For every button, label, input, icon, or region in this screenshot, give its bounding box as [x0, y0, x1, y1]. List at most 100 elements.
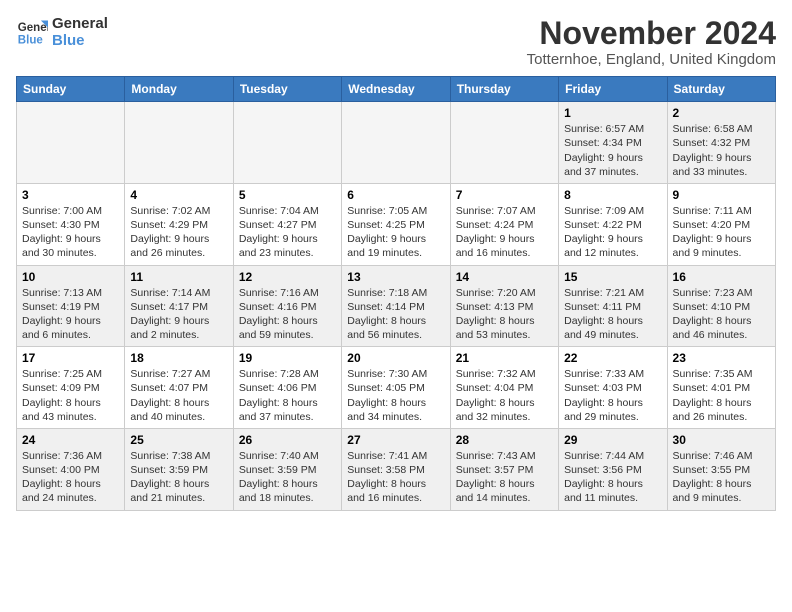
calendar-cell: [125, 102, 233, 184]
day-number: 11: [130, 270, 227, 284]
calendar-cell: [342, 102, 450, 184]
day-number: 22: [564, 351, 661, 365]
day-number: 8: [564, 188, 661, 202]
day-number: 15: [564, 270, 661, 284]
header-monday: Monday: [125, 77, 233, 102]
day-info: Sunrise: 7:27 AM Sunset: 4:07 PM Dayligh…: [130, 367, 227, 424]
day-number: 14: [456, 270, 553, 284]
logo-line1: General: [52, 16, 108, 33]
day-number: 12: [239, 270, 336, 284]
day-info: Sunrise: 6:58 AM Sunset: 4:32 PM Dayligh…: [673, 122, 770, 179]
day-number: 4: [130, 188, 227, 202]
day-info: Sunrise: 7:40 AM Sunset: 3:59 PM Dayligh…: [239, 449, 336, 506]
calendar-cell: 27 Sunrise: 7:41 AM Sunset: 3:58 PM Dayli…: [342, 428, 450, 510]
calendar-cell: 26 Sunrise: 7:40 AM Sunset: 3:59 PM Dayli…: [233, 428, 341, 510]
day-info: Sunrise: 7:35 AM Sunset: 4:01 PM Dayligh…: [673, 367, 770, 424]
logo-line2: Blue: [52, 33, 108, 50]
calendar-cell: 5 Sunrise: 7:04 AM Sunset: 4:27 PM Daylig…: [233, 183, 341, 265]
calendar-cell: 15 Sunrise: 7:21 AM Sunset: 4:11 PM Dayli…: [559, 265, 667, 347]
day-number: 24: [22, 433, 119, 447]
day-info: Sunrise: 7:05 AM Sunset: 4:25 PM Dayligh…: [347, 204, 444, 261]
svg-text:Blue: Blue: [18, 34, 44, 46]
day-info: Sunrise: 7:21 AM Sunset: 4:11 PM Dayligh…: [564, 286, 661, 343]
calendar-cell: 1 Sunrise: 6:57 AM Sunset: 4:34 PM Daylig…: [559, 102, 667, 184]
day-info: Sunrise: 7:00 AM Sunset: 4:30 PM Dayligh…: [22, 204, 119, 261]
day-info: Sunrise: 7:32 AM Sunset: 4:04 PM Dayligh…: [456, 367, 553, 424]
week-row-2: 10 Sunrise: 7:13 AM Sunset: 4:19 PM Dayli…: [17, 265, 776, 347]
day-number: 9: [673, 188, 770, 202]
day-info: Sunrise: 7:36 AM Sunset: 4:00 PM Dayligh…: [22, 449, 119, 506]
day-info: Sunrise: 7:41 AM Sunset: 3:58 PM Dayligh…: [347, 449, 444, 506]
day-number: 13: [347, 270, 444, 284]
calendar-cell: 14 Sunrise: 7:20 AM Sunset: 4:13 PM Dayli…: [450, 265, 558, 347]
title-block: November 2024 Totternhoe, England, Unite…: [527, 16, 776, 68]
day-info: Sunrise: 7:38 AM Sunset: 3:59 PM Dayligh…: [130, 449, 227, 506]
calendar-table: SundayMondayTuesdayWednesdayThursdayFrid…: [16, 76, 776, 510]
week-row-3: 17 Sunrise: 7:25 AM Sunset: 4:09 PM Dayli…: [17, 347, 776, 429]
day-info: Sunrise: 7:43 AM Sunset: 3:57 PM Dayligh…: [456, 449, 553, 506]
day-info: Sunrise: 6:57 AM Sunset: 4:34 PM Dayligh…: [564, 122, 661, 179]
day-info: Sunrise: 7:04 AM Sunset: 4:27 PM Dayligh…: [239, 204, 336, 261]
calendar-cell: 28 Sunrise: 7:43 AM Sunset: 3:57 PM Dayli…: [450, 428, 558, 510]
day-info: Sunrise: 7:28 AM Sunset: 4:06 PM Dayligh…: [239, 367, 336, 424]
svg-text:General: General: [18, 22, 48, 34]
day-number: 20: [347, 351, 444, 365]
day-number: 10: [22, 270, 119, 284]
calendar-cell: 12 Sunrise: 7:16 AM Sunset: 4:16 PM Dayli…: [233, 265, 341, 347]
day-number: 25: [130, 433, 227, 447]
calendar-cell: [17, 102, 125, 184]
logo-icon: General Blue: [16, 17, 48, 49]
day-number: 26: [239, 433, 336, 447]
day-number: 27: [347, 433, 444, 447]
calendar-cell: 23 Sunrise: 7:35 AM Sunset: 4:01 PM Dayli…: [667, 347, 775, 429]
day-info: Sunrise: 7:14 AM Sunset: 4:17 PM Dayligh…: [130, 286, 227, 343]
calendar-cell: 16Sunrise: 7:23 AM Sunset: 4:10 PM Dayli…: [667, 265, 775, 347]
day-info: Sunrise: 7:16 AM Sunset: 4:16 PM Dayligh…: [239, 286, 336, 343]
week-row-0: 1 Sunrise: 6:57 AM Sunset: 4:34 PM Daylig…: [17, 102, 776, 184]
calendar-cell: 25 Sunrise: 7:38 AM Sunset: 3:59 PM Dayli…: [125, 428, 233, 510]
month-title: November 2024: [527, 16, 776, 51]
day-number: 5: [239, 188, 336, 202]
day-number: 1: [564, 106, 661, 120]
calendar-cell: 13Sunrise: 7:18 AM Sunset: 4:14 PM Dayli…: [342, 265, 450, 347]
day-info: Sunrise: 7:02 AM Sunset: 4:29 PM Dayligh…: [130, 204, 227, 261]
day-info: Sunrise: 7:09 AM Sunset: 4:22 PM Dayligh…: [564, 204, 661, 261]
day-info: Sunrise: 7:25 AM Sunset: 4:09 PM Dayligh…: [22, 367, 119, 424]
day-info: Sunrise: 7:11 AM Sunset: 4:20 PM Dayligh…: [673, 204, 770, 261]
day-info: Sunrise: 7:23 AM Sunset: 4:10 PM Dayligh…: [673, 286, 770, 343]
day-info: Sunrise: 7:44 AM Sunset: 3:56 PM Dayligh…: [564, 449, 661, 506]
calendar-cell: 29 Sunrise: 7:44 AM Sunset: 3:56 PM Dayli…: [559, 428, 667, 510]
calendar-cell: 10 Sunrise: 7:13 AM Sunset: 4:19 PM Dayli…: [17, 265, 125, 347]
day-info: Sunrise: 7:13 AM Sunset: 4:19 PM Dayligh…: [22, 286, 119, 343]
calendar-cell: 7Sunrise: 7:07 AM Sunset: 4:24 PM Daylig…: [450, 183, 558, 265]
day-info: Sunrise: 7:30 AM Sunset: 4:05 PM Dayligh…: [347, 367, 444, 424]
day-number: 21: [456, 351, 553, 365]
day-number: 19: [239, 351, 336, 365]
calendar-cell: 18Sunrise: 7:27 AM Sunset: 4:07 PM Dayli…: [125, 347, 233, 429]
calendar-cell: 30Sunrise: 7:46 AM Sunset: 3:55 PM Dayli…: [667, 428, 775, 510]
calendar-cell: 8 Sunrise: 7:09 AM Sunset: 4:22 PM Daylig…: [559, 183, 667, 265]
calendar-cell: 21 Sunrise: 7:32 AM Sunset: 4:04 PM Dayli…: [450, 347, 558, 429]
page-header: General Blue General Blue November 2024 …: [16, 16, 776, 68]
header-tuesday: Tuesday: [233, 77, 341, 102]
calendar-cell: 6 Sunrise: 7:05 AM Sunset: 4:25 PM Daylig…: [342, 183, 450, 265]
calendar-header-row: SundayMondayTuesdayWednesdayThursdayFrid…: [17, 77, 776, 102]
day-info: Sunrise: 7:20 AM Sunset: 4:13 PM Dayligh…: [456, 286, 553, 343]
header-wednesday: Wednesday: [342, 77, 450, 102]
week-row-4: 24 Sunrise: 7:36 AM Sunset: 4:00 PM Dayli…: [17, 428, 776, 510]
header-saturday: Saturday: [667, 77, 775, 102]
header-sunday: Sunday: [17, 77, 125, 102]
calendar-cell: 11 Sunrise: 7:14 AM Sunset: 4:17 PM Dayli…: [125, 265, 233, 347]
day-number: 7: [456, 188, 553, 202]
day-number: 23: [673, 351, 770, 365]
day-number: 6: [347, 188, 444, 202]
day-info: Sunrise: 7:33 AM Sunset: 4:03 PM Dayligh…: [564, 367, 661, 424]
calendar-cell: 9 Sunrise: 7:11 AM Sunset: 4:20 PM Daylig…: [667, 183, 775, 265]
calendar-cell: 19 Sunrise: 7:28 AM Sunset: 4:06 PM Dayli…: [233, 347, 341, 429]
day-number: 17: [22, 351, 119, 365]
day-number: 29: [564, 433, 661, 447]
calendar-cell: 22 Sunrise: 7:33 AM Sunset: 4:03 PM Dayli…: [559, 347, 667, 429]
calendar-cell: 4 Sunrise: 7:02 AM Sunset: 4:29 PM Daylig…: [125, 183, 233, 265]
day-number: 28: [456, 433, 553, 447]
calendar-cell: 20 Sunrise: 7:30 AM Sunset: 4:05 PM Dayli…: [342, 347, 450, 429]
